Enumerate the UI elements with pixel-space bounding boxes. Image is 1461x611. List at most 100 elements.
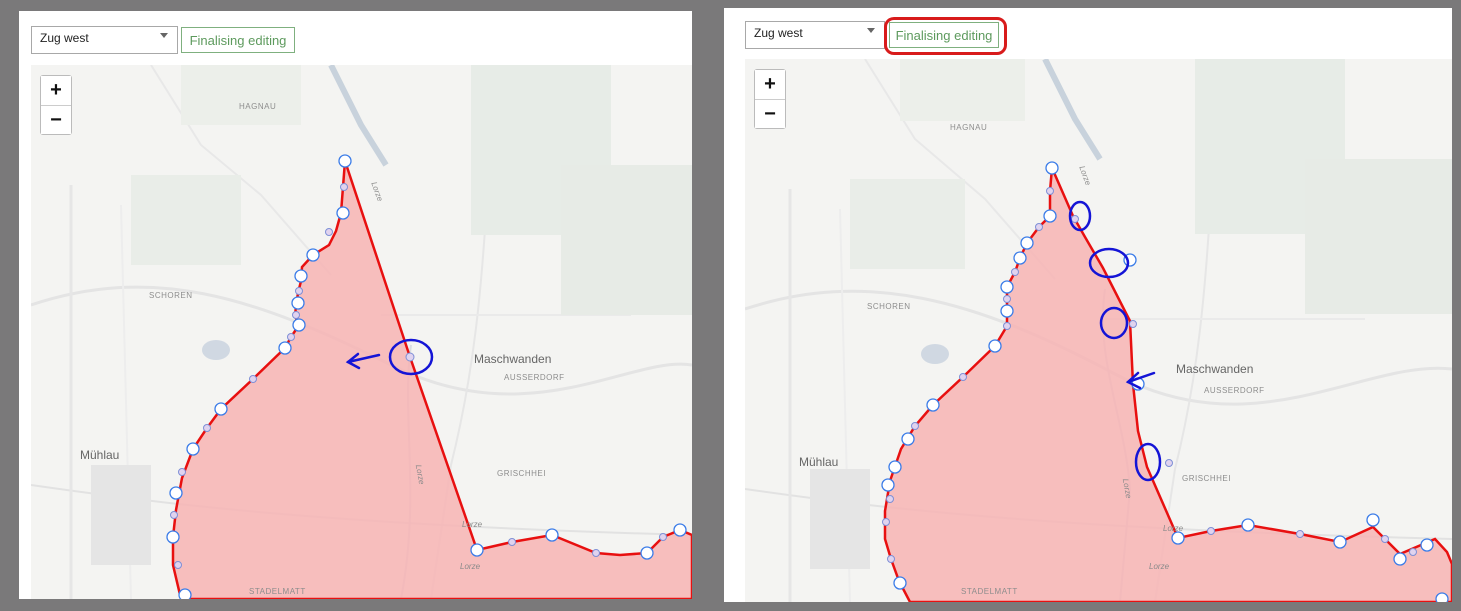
place-label-muehlau: Mühlau	[799, 455, 839, 469]
midpoint-handle[interactable]	[405, 352, 415, 362]
midpoint-handle[interactable]	[886, 495, 894, 503]
place-label-maschwanden: Maschwanden	[474, 352, 552, 366]
layer-select[interactable]: Zug west	[31, 26, 178, 54]
place-label-lorze: Lorze	[460, 562, 481, 571]
vertex-handle[interactable]	[166, 530, 180, 544]
map-layer	[745, 59, 1452, 602]
vertex-handle[interactable]	[1435, 592, 1449, 602]
place-label-ausserdorf: AUSSERDORF	[504, 373, 565, 382]
vertex-handle[interactable]	[1000, 280, 1014, 294]
zoom-in-button[interactable]: +	[755, 70, 785, 99]
vertex-handle[interactable]	[336, 206, 350, 220]
place-label-schoren: SCHOREN	[867, 302, 911, 311]
screenshot-before: Zug west Finalising editing + − HAGNAU S…	[19, 11, 692, 599]
midpoint-handle[interactable]	[1071, 215, 1079, 223]
vertex-handle[interactable]	[186, 442, 200, 456]
vertex-handle[interactable]	[888, 460, 902, 474]
midpoint-handle[interactable]	[959, 373, 967, 381]
vertex-handle[interactable]	[881, 478, 895, 492]
vertex-handle[interactable]	[306, 248, 320, 262]
vertex-handle[interactable]	[338, 154, 352, 168]
vertex-handle[interactable]	[178, 588, 192, 599]
midpoint-handle[interactable]	[1129, 320, 1137, 328]
zoom-out-button[interactable]: −	[755, 99, 785, 128]
vertex-handle[interactable]	[893, 576, 907, 590]
place-label-maschwanden: Maschwanden	[1176, 362, 1254, 376]
vertex-handle[interactable]	[214, 402, 228, 416]
screenshot-after: Zug west Finalising editing + − HAGNAU S…	[724, 8, 1452, 602]
midpoint-handle[interactable]	[1046, 187, 1054, 195]
vertex-handle[interactable]	[1241, 518, 1255, 532]
midpoint-handle[interactable]	[1296, 530, 1304, 538]
vertex-handle[interactable]	[926, 398, 940, 412]
zoom-in-button[interactable]: +	[41, 76, 71, 105]
layer-select-value: Zug west	[40, 31, 89, 45]
midpoint-handle[interactable]	[659, 533, 667, 541]
midpoint-handle[interactable]	[295, 287, 303, 295]
zoom-out-button[interactable]: −	[41, 105, 71, 134]
place-label-lorze: Lorze	[1163, 524, 1184, 533]
vertex-handle[interactable]	[1043, 209, 1057, 223]
place-label-muehlau: Mühlau	[80, 448, 120, 462]
midpoint-handle[interactable]	[1207, 527, 1215, 535]
place-label-hagnau: HAGNAU	[950, 123, 988, 132]
midpoint-handle[interactable]	[292, 311, 300, 319]
vertex-handle[interactable]	[169, 486, 183, 500]
vertex-handle[interactable]	[1366, 513, 1380, 527]
chevron-down-icon	[867, 28, 875, 33]
midpoint-handle[interactable]	[508, 538, 516, 546]
midpoint-handle[interactable]	[325, 228, 333, 236]
vertex-handle[interactable]	[673, 523, 687, 537]
midpoint-handle[interactable]	[1003, 295, 1011, 303]
midpoint-handle[interactable]	[287, 333, 295, 341]
midpoint-handle[interactable]	[170, 511, 178, 519]
midpoint-handle[interactable]	[1165, 459, 1173, 467]
place-label-stadelmatt: STADELMATT	[249, 587, 306, 596]
layer-select[interactable]: Zug west	[745, 21, 885, 49]
vertex-handle[interactable]	[1045, 161, 1059, 175]
midpoint-handle[interactable]	[249, 375, 257, 383]
vertex-handle[interactable]	[1333, 535, 1347, 549]
midpoint-handle[interactable]	[882, 518, 890, 526]
map-canvas[interactable]: + − HAGNAU SCHOREN Mühlau Maschwanden AU…	[31, 65, 692, 599]
place-label-hagnau: HAGNAU	[239, 102, 277, 111]
vertex-handle[interactable]	[291, 296, 305, 310]
vertex-handle[interactable]	[988, 339, 1002, 353]
vertex-handle[interactable]	[292, 318, 306, 332]
midpoint-handle[interactable]	[1035, 223, 1043, 231]
vertex-handle[interactable]	[640, 546, 654, 560]
map-canvas[interactable]: + − HAGNAU SCHOREN Mühlau Maschwanden AU…	[745, 59, 1452, 602]
midpoint-handle[interactable]	[911, 422, 919, 430]
midpoint-handle[interactable]	[1381, 535, 1389, 543]
vertex-handle[interactable]	[1171, 531, 1185, 545]
midpoint-handle[interactable]	[1409, 548, 1417, 556]
vertex-handle[interactable]	[1420, 538, 1434, 552]
midpoint-handle[interactable]	[592, 549, 600, 557]
midpoint-handle[interactable]	[887, 555, 895, 563]
vertex-handle[interactable]	[545, 528, 559, 542]
midpoint-handle[interactable]	[203, 424, 211, 432]
midpoint-handle[interactable]	[1011, 268, 1019, 276]
vertex-handle[interactable]	[1013, 251, 1027, 265]
midpoint-handle[interactable]	[178, 468, 186, 476]
place-label-lorze: Lorze	[1149, 562, 1170, 571]
vertex-handle[interactable]	[1020, 236, 1034, 250]
vertex-handle[interactable]	[1393, 552, 1407, 566]
zoom-control: + −	[754, 69, 786, 129]
finish-editing-button[interactable]: Finalising editing	[181, 27, 295, 53]
place-label-grischhei: GRISCHHEI	[1182, 474, 1231, 483]
river-water	[1042, 59, 1103, 161]
river-water	[328, 65, 389, 167]
midpoint-handle[interactable]	[1003, 322, 1011, 330]
place-label-schoren: SCHOREN	[149, 291, 193, 300]
midpoint-handle[interactable]	[174, 561, 182, 569]
vertex-handle[interactable]	[1000, 304, 1014, 318]
finish-editing-button[interactable]: Finalising editing	[889, 22, 999, 48]
vertex-handle[interactable]	[470, 543, 484, 557]
chevron-down-icon	[160, 33, 168, 38]
place-label-lorze: Lorze	[462, 520, 483, 529]
vertex-handle[interactable]	[901, 432, 915, 446]
midpoint-handle[interactable]	[340, 183, 348, 191]
vertex-handle[interactable]	[278, 341, 292, 355]
vertex-handle[interactable]	[294, 269, 308, 283]
